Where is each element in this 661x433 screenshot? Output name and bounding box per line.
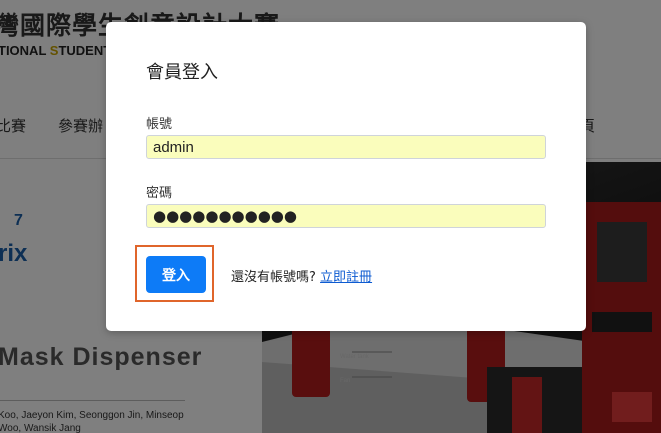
register-prompt: 還沒有帳號嗎? 立即註冊 xyxy=(231,266,372,285)
username-input[interactable] xyxy=(146,135,546,159)
password-input[interactable] xyxy=(146,204,546,228)
modal-title: 會員登入 xyxy=(146,62,218,83)
login-modal: 會員登入 帳號 密碼 登入 還沒有帳號嗎? 立即註冊 xyxy=(106,22,586,331)
no-account-text: 還沒有帳號嗎? xyxy=(231,270,321,285)
register-link[interactable]: 立即註冊 xyxy=(320,270,372,285)
login-button[interactable]: 登入 xyxy=(146,256,206,293)
password-label: 密碼 xyxy=(146,186,173,201)
username-label: 帳號 xyxy=(146,117,173,132)
